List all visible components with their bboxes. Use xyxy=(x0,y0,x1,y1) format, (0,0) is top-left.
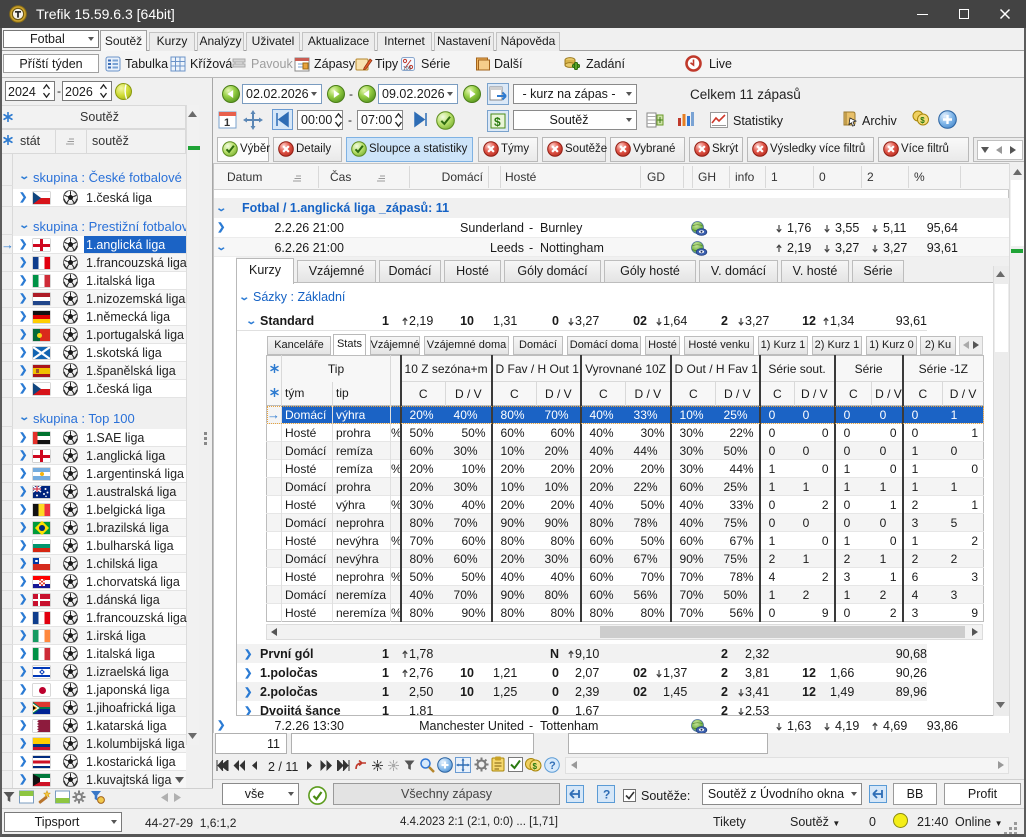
svg-text:100: 100 xyxy=(403,66,412,72)
svg-text:?: ? xyxy=(603,788,610,802)
svg-text:?: ? xyxy=(549,760,556,772)
svg-text:$: $ xyxy=(920,116,925,125)
svg-text:$: $ xyxy=(533,762,538,771)
svg-text:1: 1 xyxy=(224,117,230,129)
svg-text:$: $ xyxy=(494,115,501,129)
